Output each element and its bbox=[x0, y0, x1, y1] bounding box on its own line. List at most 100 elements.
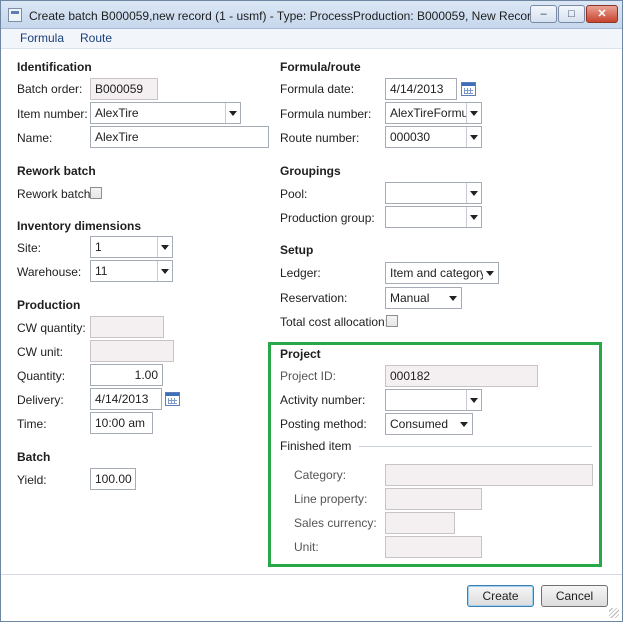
ledger-label: Ledger: bbox=[280, 266, 321, 280]
route-number-value: 000030 bbox=[390, 130, 431, 144]
activity-number-label: Activity number: bbox=[280, 393, 366, 407]
delivery-label: Delivery: bbox=[17, 393, 64, 407]
cw-unit-field bbox=[90, 340, 174, 362]
item-number-label: Item number: bbox=[17, 107, 88, 121]
line-property-label: Line property: bbox=[294, 492, 368, 506]
rework-batch-checkbox[interactable] bbox=[90, 187, 102, 199]
chevron-down-icon[interactable] bbox=[466, 127, 481, 147]
item-number-value: AlexTire bbox=[95, 106, 139, 120]
sales-currency-field bbox=[385, 512, 455, 534]
time-field[interactable]: 10:00 am bbox=[90, 412, 153, 434]
chevron-down-icon[interactable] bbox=[225, 103, 240, 123]
time-label: Time: bbox=[17, 417, 47, 431]
chevron-down-icon[interactable] bbox=[157, 237, 172, 257]
unit-label: Unit: bbox=[294, 540, 319, 554]
route-number-dropdown[interactable]: 000030 bbox=[385, 126, 482, 148]
close-button[interactable]: ✕ bbox=[586, 5, 618, 23]
calendar-icon[interactable] bbox=[165, 392, 180, 406]
window-title: Create batch B000059,new record (1 - usm… bbox=[29, 9, 538, 23]
maximize-button[interactable]: □ bbox=[558, 5, 585, 23]
posting-method-label: Posting method: bbox=[280, 417, 367, 431]
name-label: Name: bbox=[17, 131, 53, 145]
chevron-down-icon[interactable] bbox=[466, 183, 481, 203]
yield-field[interactable]: 100.00 bbox=[90, 468, 136, 490]
rework-batch-heading: Rework batch bbox=[17, 164, 96, 178]
chevron-down-icon[interactable] bbox=[466, 390, 481, 410]
resize-grip[interactable] bbox=[609, 608, 619, 618]
batch-heading: Batch bbox=[17, 450, 51, 464]
quantity-label: Quantity: bbox=[17, 369, 66, 383]
finished-item-divider bbox=[359, 446, 592, 447]
minimize-button[interactable]: – bbox=[530, 5, 557, 23]
cancel-button[interactable]: Cancel bbox=[541, 585, 608, 607]
total-cost-allocation-checkbox[interactable] bbox=[386, 315, 398, 327]
chevron-down-icon[interactable] bbox=[483, 263, 498, 283]
line-property-field bbox=[385, 488, 482, 510]
production-heading: Production bbox=[17, 298, 81, 312]
project-id-label: Project ID: bbox=[280, 369, 337, 383]
cw-quantity-field bbox=[90, 316, 164, 338]
formula-route-heading: Formula/route bbox=[280, 60, 361, 74]
name-field[interactable]: AlexTire bbox=[90, 126, 269, 148]
posting-method-value: Consumed bbox=[390, 417, 449, 431]
production-group-dropdown[interactable] bbox=[385, 206, 482, 228]
pool-dropdown[interactable] bbox=[385, 182, 482, 204]
formula-date-label: Formula date: bbox=[280, 82, 355, 96]
chevron-down-icon[interactable] bbox=[457, 414, 472, 434]
inventory-dimensions-heading: Inventory dimensions bbox=[17, 219, 142, 233]
ledger-dropdown[interactable]: Item and category bbox=[385, 262, 499, 284]
site-dropdown[interactable]: 1 bbox=[90, 236, 173, 258]
menu-bar: Formula Route bbox=[1, 29, 622, 49]
quantity-field[interactable]: 1.00 bbox=[90, 364, 163, 386]
reservation-value: Manual bbox=[390, 291, 430, 305]
formula-number-dropdown[interactable]: AlexTireFormul bbox=[385, 102, 482, 124]
chevron-down-icon[interactable] bbox=[466, 207, 481, 227]
create-batch-dialog: Create batch B000059,new record (1 - usm… bbox=[0, 0, 623, 622]
groupings-heading: Groupings bbox=[280, 164, 341, 178]
ledger-value: Item and category bbox=[390, 266, 487, 280]
route-number-label: Route number: bbox=[280, 131, 360, 145]
posting-method-dropdown[interactable]: Consumed bbox=[385, 413, 473, 435]
pool-label: Pool: bbox=[280, 187, 308, 201]
menu-route[interactable]: Route bbox=[80, 31, 112, 45]
total-cost-allocation-label: Total cost allocation: bbox=[280, 315, 389, 329]
formula-number-label: Formula number: bbox=[280, 107, 372, 121]
formula-number-value: AlexTireFormul bbox=[390, 106, 471, 120]
warehouse-label: Warehouse: bbox=[17, 265, 82, 279]
create-button[interactable]: Create bbox=[467, 585, 534, 607]
chevron-down-icon[interactable] bbox=[157, 261, 172, 281]
footer-divider bbox=[1, 574, 622, 575]
sales-currency-label: Sales currency: bbox=[294, 516, 377, 530]
item-number-dropdown[interactable]: AlexTire bbox=[90, 102, 241, 124]
yield-label: Yield: bbox=[17, 473, 47, 487]
site-label: Site: bbox=[17, 241, 42, 255]
chevron-down-icon[interactable] bbox=[446, 288, 461, 308]
warehouse-value: 11 bbox=[95, 264, 108, 278]
rework-batch-label: Rework batch: bbox=[17, 187, 94, 201]
unit-field bbox=[385, 536, 482, 558]
menu-formula[interactable]: Formula bbox=[20, 31, 64, 45]
delivery-field[interactable]: 4/14/2013 bbox=[90, 388, 162, 410]
finished-item-heading: Finished item bbox=[280, 439, 352, 453]
title-bar: Create batch B000059,new record (1 - usm… bbox=[1, 1, 622, 29]
project-id-field: 000182 bbox=[385, 365, 538, 387]
cw-unit-label: CW unit: bbox=[17, 345, 64, 359]
calendar-icon[interactable] bbox=[461, 82, 476, 96]
project-heading: Project bbox=[280, 347, 321, 361]
category-label: Category: bbox=[294, 468, 347, 482]
production-group-label: Production group: bbox=[280, 211, 375, 225]
site-value: 1 bbox=[95, 240, 102, 254]
chevron-down-icon[interactable] bbox=[466, 103, 481, 123]
batch-order-label: Batch order: bbox=[17, 82, 83, 96]
cw-quantity-label: CW quantity: bbox=[17, 321, 86, 335]
formula-date-field[interactable]: 4/14/2013 bbox=[385, 78, 457, 100]
reservation-dropdown[interactable]: Manual bbox=[385, 287, 462, 309]
warehouse-dropdown[interactable]: 11 bbox=[90, 260, 173, 282]
identification-heading: Identification bbox=[17, 60, 92, 74]
batch-order-field: B000059 bbox=[90, 78, 158, 100]
activity-number-dropdown[interactable] bbox=[385, 389, 482, 411]
category-field bbox=[385, 464, 593, 486]
app-icon bbox=[8, 8, 22, 22]
reservation-label: Reservation: bbox=[280, 291, 348, 305]
setup-heading: Setup bbox=[280, 243, 314, 257]
